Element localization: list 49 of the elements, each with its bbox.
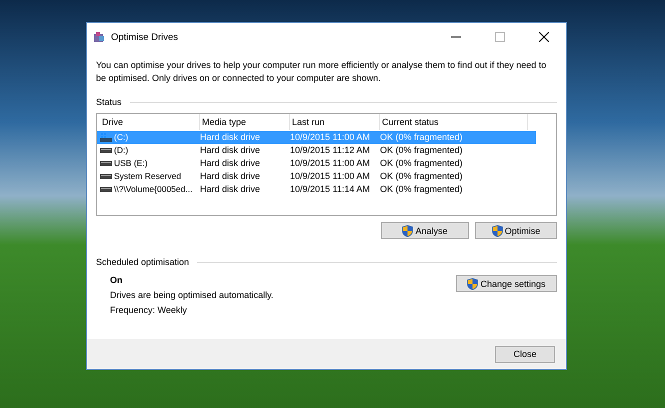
drive-row[interactable]: (D:) Hard disk drive 10/9/2015 11:12 AM OK (0% fragmented) bbox=[97, 144, 536, 157]
system-drive-icon bbox=[100, 133, 112, 142]
table-cell-text: OK (0% fragmented) bbox=[380, 170, 464, 183]
drive-icon bbox=[100, 161, 112, 166]
shield-icon bbox=[402, 224, 414, 236]
schedule-state: On bbox=[110, 275, 124, 285]
column-header[interactable]: Drive bbox=[100, 114, 200, 130]
optimise-button[interactable]: Optimise bbox=[475, 222, 557, 239]
close-dialog-button[interactable]: Close bbox=[495, 346, 555, 362]
table-cell-text: Hard disk drive bbox=[200, 131, 262, 144]
section-heading: Scheduled optimisation bbox=[96, 257, 190, 267]
table-cell-text: 10/9/2015 11:00 AM bbox=[290, 170, 371, 183]
drive-name: (C:) bbox=[114, 131, 128, 144]
table-cell-text: Hard disk drive bbox=[200, 170, 262, 183]
section-heading: Status bbox=[96, 97, 122, 107]
close-icon[interactable] bbox=[539, 32, 549, 42]
drive-row[interactable]: \\?\Volume{0005ed... Hard disk drive 10/9/2015 11:14 AM OK (0% fragmented) bbox=[97, 183, 536, 196]
description-text: You can optimise your drives to help your computer run more efficiently or analyse them to find out if they need to be optimised. Only drives on or connected to your computer are shown. bbox=[96, 59, 548, 85]
table-cell-text: Hard disk drive bbox=[200, 183, 262, 196]
table-cell-text: OK (0% fragmented) bbox=[380, 131, 464, 144]
shield-icon bbox=[492, 224, 503, 236]
drive-row[interactable]: System Reserved Hard disk drive 10/9/2015 11:00 AM OK (0% fragmented) bbox=[97, 170, 536, 183]
table-cell-text: Hard disk drive bbox=[200, 144, 262, 157]
table-cell-text: OK (0% fragmented) bbox=[380, 183, 464, 196]
window-title: Optimise Drives bbox=[111, 32, 180, 42]
table-cell-text: OK (0% fragmented) bbox=[380, 157, 464, 170]
table-cell-text: 10/9/2015 11:14 AM bbox=[290, 183, 371, 196]
drive-icon bbox=[100, 148, 112, 153]
analyse-button[interactable]: Analyse bbox=[381, 222, 469, 239]
drive-name: System Reserved bbox=[114, 170, 182, 183]
drive-icon bbox=[100, 174, 112, 179]
drive-name: (D:) bbox=[114, 144, 128, 157]
schedule-frequency: Frequency: Weekly bbox=[110, 305, 188, 315]
schedule-detail: Drives are being optimised automatically. bbox=[110, 290, 274, 300]
drive-icon bbox=[100, 187, 112, 192]
table-cell-text: 10/9/2015 11:00 AM bbox=[290, 157, 371, 170]
table-cell-text: OK (0% fragmented) bbox=[380, 144, 464, 157]
column-header[interactable]: Media type bbox=[200, 114, 290, 130]
column-header[interactable]: Current status bbox=[380, 114, 528, 130]
change-settings-button[interactable]: Change settings bbox=[456, 275, 557, 292]
drive-name: USB (E:) bbox=[114, 157, 148, 170]
shield-icon bbox=[467, 278, 478, 290]
drive-name: \\?\Volume{0005ed... bbox=[114, 183, 192, 196]
table-cell-text: 10/9/2015 11:12 AM bbox=[290, 144, 371, 157]
table-cell-text: 10/9/2015 11:00 AM bbox=[290, 131, 371, 144]
drive-row[interactable]: USB (E:) Hard disk drive 10/9/2015 11:00 AM OK (0% fragmented) bbox=[97, 157, 536, 170]
defrag-icon bbox=[93, 31, 105, 43]
table-cell-text: Hard disk drive bbox=[200, 157, 262, 170]
column-header[interactable]: Last run bbox=[290, 114, 380, 130]
